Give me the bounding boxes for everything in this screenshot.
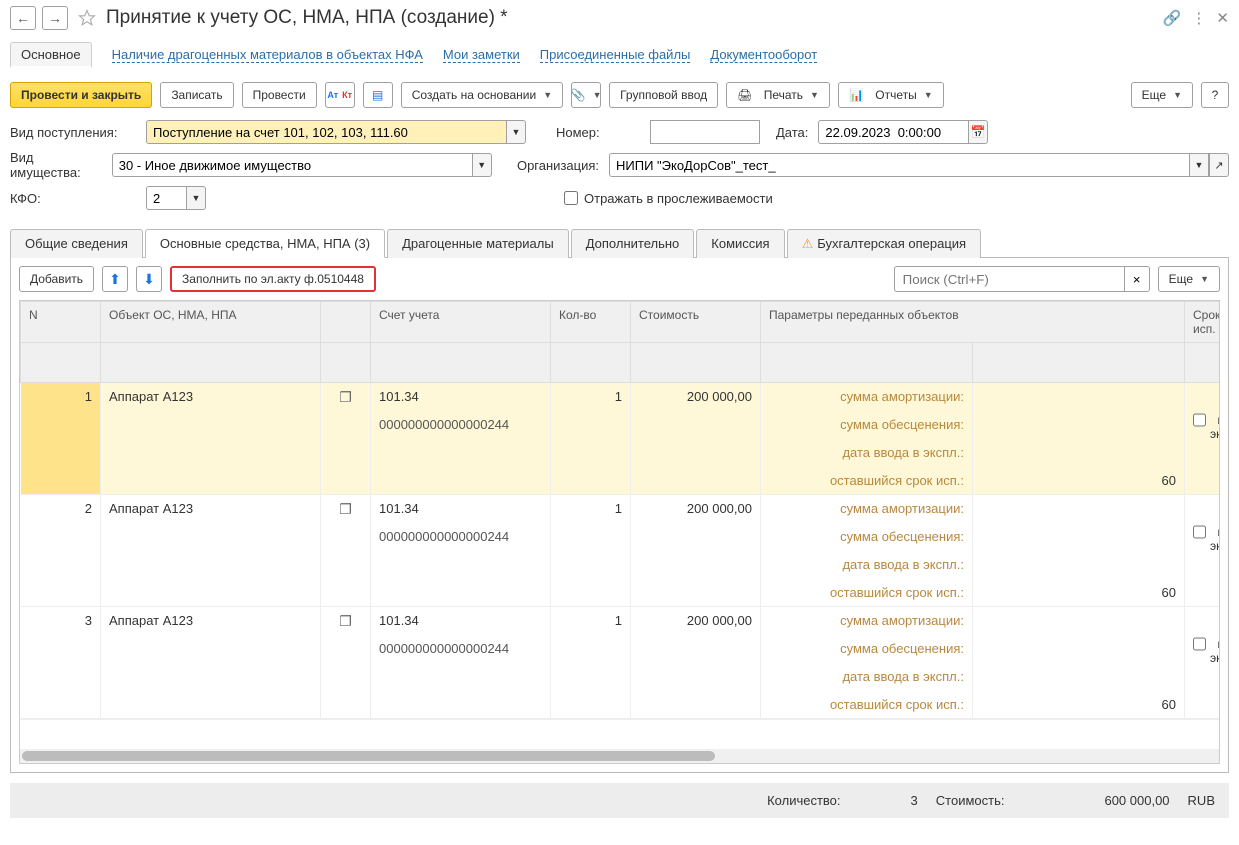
page-title: Принятие к учету ОС, НМА, НПА (создание)… <box>106 7 1157 29</box>
tab-precious[interactable]: Драгоценные материалы <box>387 229 569 258</box>
receipt-type-input[interactable] <box>146 120 506 144</box>
receipt-type-label: Вид поступления: <box>10 125 140 140</box>
close-icon[interactable]: ✕ <box>1216 9 1229 27</box>
horizontal-scrollbar[interactable] <box>20 749 1219 763</box>
table-row[interactable]: 2 Аппарат А123 ❐ 101.34 1 200 000,00 сум… <box>21 495 1221 523</box>
date-input[interactable] <box>818 120 968 144</box>
date-label: Дата: <box>776 125 808 140</box>
commission-checkbox[interactable] <box>1193 413 1206 427</box>
help-button[interactable]: ? <box>1201 82 1229 108</box>
list-icon-button[interactable]: ▤ <box>363 82 393 108</box>
tab-fixed-assets[interactable]: Основные средства, НМА, НПА (3) <box>145 229 385 258</box>
col-params: Параметры переданных объектов <box>761 302 1185 343</box>
tab-commission[interactable]: Комиссия <box>696 229 784 258</box>
property-type-label: Вид имущества: <box>10 150 106 180</box>
org-label: Организация: <box>517 158 599 173</box>
dropdown-icon[interactable]: ▼ <box>472 153 492 177</box>
table-row[interactable]: 1 Аппарат А123 ❐ 101.34 1 200 000,00 сум… <box>21 383 1221 411</box>
attach-icon-button[interactable]: 📎▼ <box>571 82 601 108</box>
add-row-button[interactable]: Добавить <box>19 266 94 292</box>
commission-checkbox[interactable] <box>1193 637 1206 651</box>
summary-footer: Количество:3 Стоимость:600 000,00 RUB <box>10 783 1229 818</box>
calendar-icon[interactable]: 📅 <box>968 120 988 144</box>
kfo-input[interactable] <box>146 186 186 210</box>
post-and-close-button[interactable]: Провести и закрыть <box>10 82 152 108</box>
section-link-notes[interactable]: Мои заметки <box>443 47 520 63</box>
move-down-button[interactable]: ⬇ <box>136 266 162 292</box>
traceability-label: Отражать в прослеживаемости <box>584 191 773 206</box>
col-account: Счет учета <box>371 302 551 343</box>
more-button[interactable]: Еще▼ <box>1131 82 1193 108</box>
tab-general[interactable]: Общие сведения <box>10 229 143 258</box>
post-button[interactable]: Провести <box>242 82 317 108</box>
table-row[interactable]: 3 Аппарат А123 ❐ 101.34 1 200 000,00 сум… <box>21 607 1221 635</box>
property-type-input[interactable] <box>112 153 472 177</box>
kfo-label: КФО: <box>10 191 140 206</box>
table-more-button[interactable]: Еще▼ <box>1158 266 1220 292</box>
org-input[interactable] <box>609 153 1189 177</box>
section-link-workflow[interactable]: Документооборот <box>710 47 817 63</box>
link-icon[interactable]: 🔗 <box>1163 9 1182 27</box>
favorite-star-icon[interactable] <box>78 9 96 27</box>
col-qty: Кол-во <box>551 302 631 343</box>
reports-button[interactable]: 📊 Отчеты▼ <box>838 82 944 108</box>
dropdown-icon[interactable]: ▼ <box>186 186 206 210</box>
col-cost: Стоимость <box>631 302 761 343</box>
search-input[interactable] <box>894 266 1124 292</box>
number-label: Номер: <box>556 125 640 140</box>
copy-icon: ❐ <box>339 501 352 517</box>
chart-icon: 📊 <box>849 88 864 102</box>
warning-icon: ⚠ <box>802 236 814 251</box>
search-clear-button[interactable]: × <box>1124 266 1150 292</box>
group-input-button[interactable]: Групповой ввод <box>609 82 718 108</box>
create-based-on-button[interactable]: Создать на основании▼ <box>401 82 563 108</box>
dtkt-icon-button[interactable]: АтКт <box>325 82 355 108</box>
tab-accounting[interactable]: ⚠Бухгалтерская операция <box>787 229 982 258</box>
copy-icon: ❐ <box>339 389 352 405</box>
print-button[interactable]: 🖨 Печать▼ <box>726 82 830 108</box>
commission-checkbox[interactable] <box>1193 525 1206 539</box>
traceability-checkbox[interactable] <box>564 191 578 205</box>
save-button[interactable]: Записать <box>160 82 233 108</box>
tab-additional[interactable]: Дополнительно <box>571 229 695 258</box>
printer-icon: 🖨 <box>737 88 752 102</box>
kebab-menu-icon[interactable]: ⋮ <box>1191 9 1206 27</box>
move-up-button[interactable]: ⬆ <box>102 266 128 292</box>
section-link-files[interactable]: Присоединенные файлы <box>540 47 691 63</box>
col-number: N <box>21 302 101 343</box>
copy-icon: ❐ <box>339 613 352 629</box>
nav-forward-button[interactable]: → <box>42 6 68 30</box>
open-icon[interactable]: ↗ <box>1209 153 1229 177</box>
section-link-precious[interactable]: Наличие драгоценных материалов в объекта… <box>112 47 423 63</box>
assets-table: N Объект ОС, НМА, НПА Счет учета Кол-во … <box>20 301 1220 719</box>
col-term: Срок пол. исп. <box>1185 302 1221 343</box>
dropdown-icon[interactable]: ▼ <box>1189 153 1209 177</box>
dropdown-icon[interactable]: ▼ <box>506 120 526 144</box>
fill-by-act-button[interactable]: Заполнить по эл.акту ф.0510448 <box>170 266 376 292</box>
col-object: Объект ОС, НМА, НПА <box>101 302 321 343</box>
nav-back-button[interactable]: ← <box>10 6 36 30</box>
number-input[interactable] <box>650 120 760 144</box>
section-tab-main[interactable]: Основное <box>10 42 92 68</box>
